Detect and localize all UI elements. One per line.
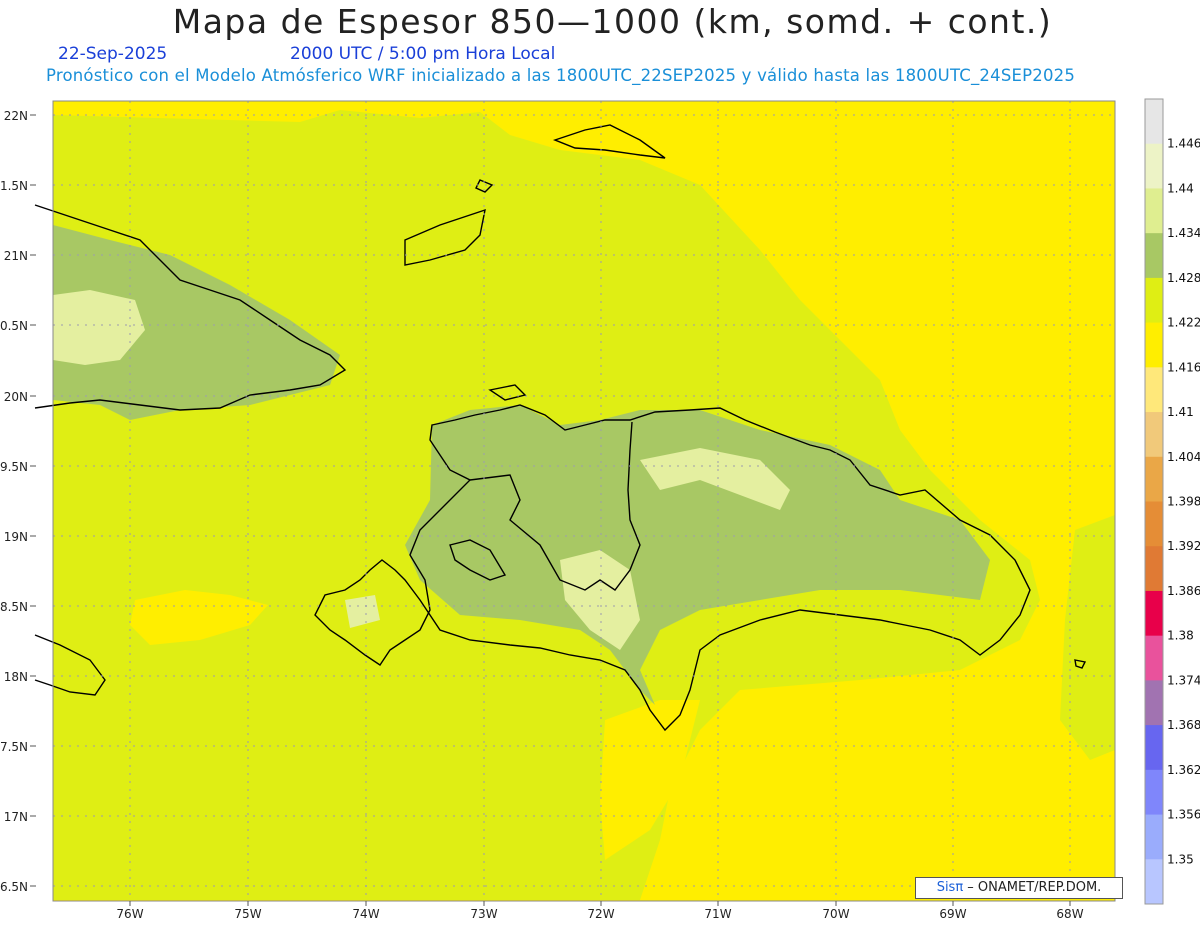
- lon-label: 70W: [822, 907, 849, 921]
- colorbar-swatch: [1145, 188, 1163, 234]
- colorbar-label: 1.422: [1167, 316, 1200, 330]
- colorbar-swatch: [1145, 769, 1163, 816]
- colorbar-swatch: [1145, 680, 1163, 726]
- lon-label: 68W: [1056, 907, 1083, 921]
- colorbar: 1.446 1.44 1.434 1.428 1.422 1.416 1.41 1.404 1.…: [1144, 98, 1200, 905]
- colorbar-label: 1.374: [1167, 673, 1200, 687]
- colorbar-swatch: [1145, 277, 1163, 324]
- lat-label: 9.5N: [0, 460, 28, 474]
- lat-label: 18N: [4, 670, 28, 684]
- lat-label: 1.5N: [0, 179, 28, 193]
- colorbar-swatch: [1145, 814, 1163, 860]
- colorbar-swatch: [1145, 143, 1163, 189]
- colorbar-swatch: [1145, 546, 1163, 592]
- colorbar-label: 1.416: [1167, 360, 1200, 374]
- lon-label: 72W: [587, 907, 614, 921]
- colorbar-label: 1.35: [1167, 852, 1194, 866]
- lat-label: 19N: [4, 530, 28, 544]
- lon-label: 69W: [939, 907, 966, 921]
- colorbar-label: 1.404: [1167, 450, 1200, 464]
- colorbar-label: 1.362: [1167, 763, 1200, 777]
- longitude-labels: 76W 75W 74W 73W 72W 71W 70W 69W 68W: [116, 907, 1083, 921]
- colorbar-label: 1.392: [1167, 539, 1200, 553]
- colorbar-label: 1.44: [1167, 181, 1194, 195]
- lat-label: 21N: [4, 249, 28, 263]
- lat-label: 7.5N: [0, 740, 28, 754]
- colorbar-swatch: [1145, 367, 1163, 413]
- colorbar-label: 1.446: [1167, 137, 1200, 151]
- colorbar-label: 1.398: [1167, 495, 1200, 509]
- lon-label: 76W: [116, 907, 143, 921]
- colorbar-swatch: [1145, 859, 1163, 905]
- lon-label: 71W: [704, 907, 731, 921]
- colorbar-swatch: [1145, 590, 1163, 637]
- colorbar-swatch: [1145, 99, 1163, 145]
- colorbar-swatch: [1145, 725, 1163, 771]
- lat-label: 17N: [4, 810, 28, 824]
- lat-label: 6.5N: [0, 880, 28, 894]
- lat-label: 22N: [4, 109, 28, 123]
- colorbar-label: 1.428: [1167, 271, 1200, 285]
- colorbar-label: 1.386: [1167, 584, 1200, 598]
- colorbar-label: 1.434: [1167, 226, 1200, 240]
- lat-label: 0.5N: [0, 319, 28, 333]
- colorbar-swatch: [1145, 456, 1163, 502]
- lat-label: 20N: [4, 390, 28, 404]
- lat-label: 8.5N: [0, 600, 28, 614]
- credit-box: Sisπ – ONAMET/REP.DOM.: [915, 877, 1123, 899]
- thickness-map: 22N 1.5N 21N 0.5N 20N 9.5N 19N 8.5N 18N …: [0, 98, 1200, 921]
- colorbar-label: 1.356: [1167, 808, 1200, 822]
- lon-label: 75W: [234, 907, 261, 921]
- lon-label: 74W: [352, 907, 379, 921]
- colorbar-label: 1.368: [1167, 718, 1200, 732]
- colorbar-label: 1.38: [1167, 629, 1194, 643]
- latitude-labels: 22N 1.5N 21N 0.5N 20N 9.5N 19N 8.5N 18N …: [0, 109, 28, 894]
- credit-brand: Sisπ: [936, 880, 964, 895]
- colorbar-swatch: [1145, 233, 1163, 279]
- colorbar-swatch: [1145, 412, 1163, 458]
- colorbar-swatch: [1145, 501, 1163, 547]
- lon-label: 73W: [470, 907, 497, 921]
- colorbar-swatch: [1145, 322, 1163, 368]
- credit-text: – ONAMET/REP.DOM.: [963, 880, 1102, 895]
- colorbar-label: 1.41: [1167, 405, 1194, 419]
- colorbar-swatch: [1145, 635, 1163, 681]
